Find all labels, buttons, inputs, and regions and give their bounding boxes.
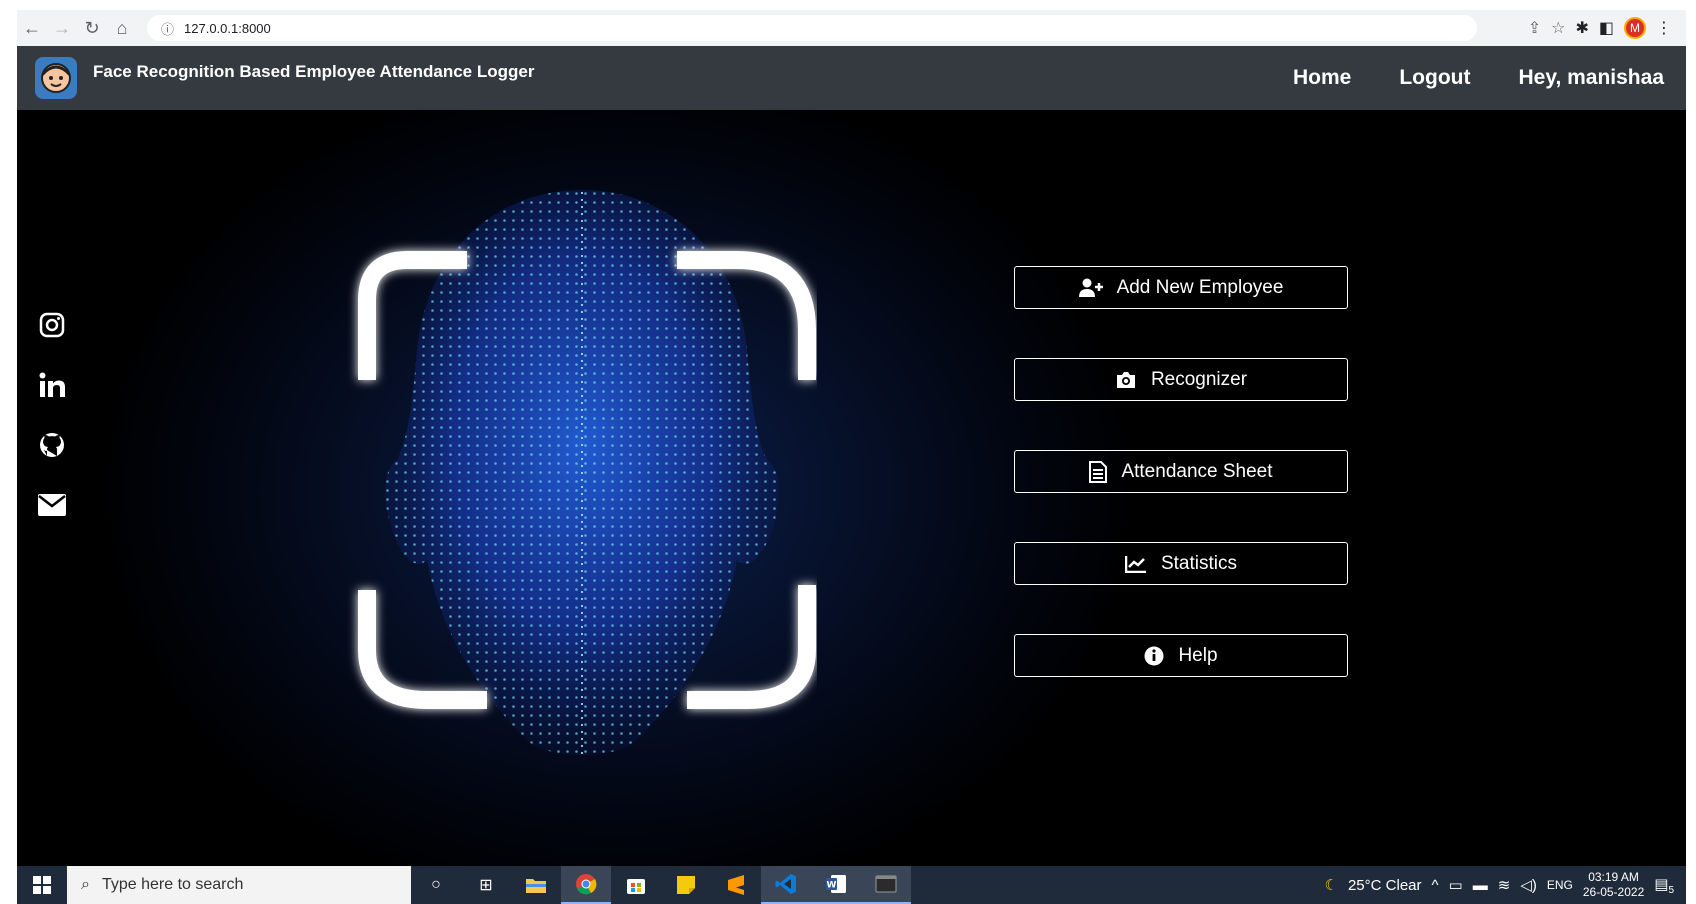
task-view-icon[interactable]: ⊞ [461,866,511,904]
volume-icon[interactable]: ◁) [1520,876,1537,894]
wifi-icon[interactable]: ≋ [1498,876,1511,894]
help-label: Help [1178,644,1218,666]
language-indicator[interactable]: ENG [1547,878,1573,892]
clock-date: 26-05-2022 [1582,885,1645,899]
add-new-employee-label: Add New Employee [1116,276,1284,298]
profile-avatar[interactable]: M [1624,17,1646,39]
search-icon: ⌕ [81,876,90,893]
info-icon [1144,646,1164,666]
notification-icon[interactable]: ▤5 [1654,875,1674,896]
weather-text[interactable]: 25°C Clear [1348,877,1422,894]
battery-icon[interactable]: ▬ [1473,877,1488,894]
word-icon[interactable]: W [811,866,861,904]
site-info-icon[interactable]: ⓘ [161,19,174,38]
social-links [37,310,67,520]
system-tray: ☾ 25°C Clear ^ ▭ ▬ ≋ ◁) ENG 03:19 AM 26-… [1325,870,1686,900]
taskbar-search-placeholder: Type here to search [101,876,244,893]
action-buttons: Add New Employee Recognizer Attendance S… [1014,266,1348,677]
chrome-icon[interactable] [561,866,611,904]
menu-icon[interactable]: ⋮ [1656,18,1672,38]
instagram-icon[interactable] [37,310,67,340]
sticky-notes-icon[interactable] [661,866,711,904]
mail-icon[interactable] [37,490,67,520]
browser-actions: ⇪ ☆ ✱ ◧ M ⋮ [1528,17,1686,39]
chart-line-icon [1124,555,1147,573]
app-logo[interactable] [35,57,77,99]
reload-icon[interactable]: ↻ [77,13,107,43]
browser-toolbar: ← → ↻ ⌂ ⓘ 127.0.0.1:8000 ⇪ ☆ ✱ ◧ M ⋮ [17,10,1686,46]
home-icon[interactable]: ⌂ [107,13,137,43]
help-button[interactable]: Help [1014,634,1348,677]
url-text: 127.0.0.1:8000 [184,20,271,36]
address-bar[interactable]: ⓘ 127.0.0.1:8000 [147,15,1477,41]
statistics-label: Statistics [1160,552,1238,574]
taskbar-search-box[interactable]: ⌕ Type here to search [67,866,411,904]
linkedin-icon[interactable] [37,370,67,400]
file-icon [1089,460,1108,483]
network-icon[interactable]: ▭ [1449,876,1463,894]
share-icon[interactable]: ⇪ [1528,18,1541,38]
bookmark-star-icon[interactable]: ☆ [1551,18,1565,38]
nav-user-greeting[interactable]: Hey, manishaa [1518,66,1664,90]
forward-icon[interactable]: → [47,13,77,43]
statistics-button[interactable]: Statistics [1014,542,1348,585]
store-icon[interactable] [611,866,661,904]
nav-home[interactable]: Home [1293,66,1351,90]
windows-taskbar: ⌕ Type here to search ○ ⊞ W ☾ 25°C Clear… [17,866,1686,904]
extensions-icon[interactable]: ✱ [1575,18,1588,38]
app-navbar: Face Recognition Based Employee Attendan… [17,46,1686,110]
add-new-employee-button[interactable]: Add New Employee [1014,266,1348,309]
nav-links: Home Logout Hey, manishaa [1293,66,1686,90]
notification-count: 5 [1668,884,1674,896]
attendance-sheet-label: Attendance Sheet [1121,460,1273,482]
clock[interactable]: 03:19 AM 26-05-2022 [1583,870,1644,900]
chevron-up-icon[interactable]: ^ [1432,877,1439,894]
weather-moon-icon: ☾ [1324,877,1338,894]
camera-icon [1115,371,1137,389]
github-icon[interactable] [37,430,67,460]
terminal-icon[interactable] [861,866,911,904]
back-icon[interactable]: ← [17,13,47,43]
vscode-icon[interactable] [761,866,811,904]
sublime-text-icon[interactable] [711,866,761,904]
side-panel-icon[interactable]: ◧ [1599,18,1614,38]
nav-logout[interactable]: Logout [1399,66,1470,90]
browser-window: ← → ↻ ⌂ ⓘ 127.0.0.1:8000 ⇪ ☆ ✱ ◧ M ⋮ Fac… [17,10,1686,904]
face-scan-illustration [358,190,816,755]
file-explorer-icon[interactable] [511,866,561,904]
cortana-icon[interactable]: ○ [411,866,461,904]
app-title: Face Recognition Based Employee Attendan… [93,62,535,81]
recognizer-button[interactable]: Recognizer [1014,358,1348,401]
windows-start-icon[interactable] [17,866,67,904]
user-plus-icon [1078,278,1103,298]
clock-time: 03:19 AM [1588,870,1639,884]
svg-text:W: W [827,881,837,891]
attendance-sheet-button[interactable]: Attendance Sheet [1014,450,1348,493]
recognizer-label: Recognizer [1150,368,1248,390]
hero-section: Add New Employee Recognizer Attendance S… [17,110,1686,866]
